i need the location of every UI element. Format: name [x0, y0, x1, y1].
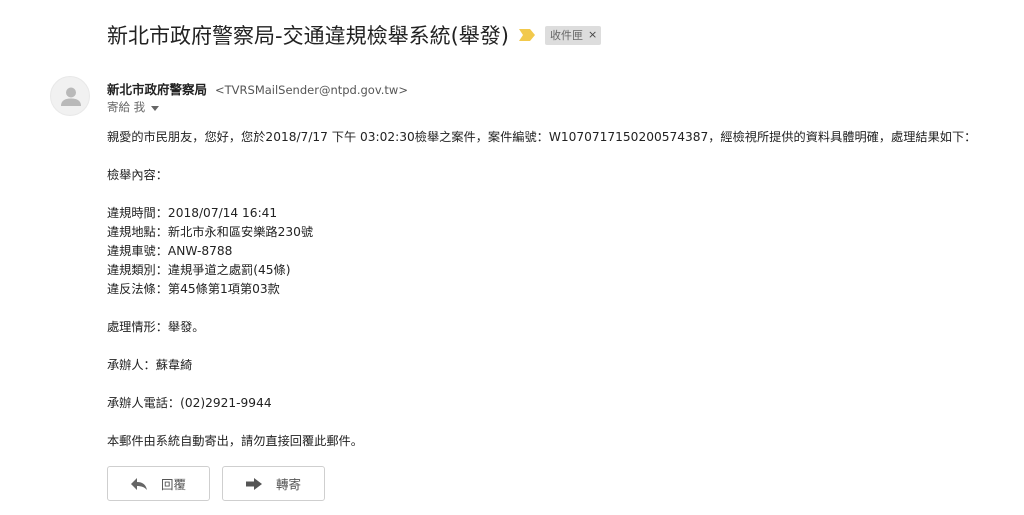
label-chip-text: 收件匣: [549, 28, 583, 42]
remove-label-icon[interactable]: ×: [588, 28, 597, 41]
body-line-greeting: 親愛的市民朋友，您好，您於2018/7/17 下午 03:02:30檢舉之案件，…: [107, 130, 977, 144]
sender-avatar: [50, 76, 90, 116]
forward-button[interactable]: 轉寄: [222, 466, 325, 501]
forward-button-label: 轉寄: [275, 477, 301, 492]
message-actions: 回覆 轉寄: [107, 466, 325, 501]
chevron-down-icon[interactable]: [151, 105, 160, 111]
body-line-plate-number: 違規車號：ANW-8788: [107, 244, 233, 258]
sender-email: <TVRSMailSender@ntpd.gov.tw>: [215, 83, 408, 97]
body-line-violation-time: 違規時間：2018/07/14 16:41: [107, 206, 278, 220]
body-line-officer-phone: 承辦人電話：(02)2921-9944: [107, 396, 272, 410]
label-chip-inbox[interactable]: 收件匣 ×: [544, 25, 602, 45]
body-line-report-heading: 檢舉內容：: [107, 168, 168, 182]
subject-row: 新北市政府警察局-交通違規檢舉系統(舉發) 收件匣 ×: [107, 20, 602, 50]
recipient-details-toggle[interactable]: 寄給 我: [107, 99, 160, 115]
body-line-footer-notice: 本郵件由系統自動寄出，請勿直接回覆此郵件。: [107, 434, 363, 448]
person-icon: [61, 87, 81, 106]
sender-name: 新北市政府警察局: [107, 82, 208, 97]
body-line-result: 處理情形：舉發。: [107, 320, 205, 334]
reply-button[interactable]: 回覆: [107, 466, 210, 501]
importance-marker-icon[interactable]: [518, 29, 535, 41]
recipient-text: 寄給 我: [107, 100, 146, 114]
email-subject: 新北市政府警察局-交通違規檢舉系統(舉發): [107, 24, 509, 48]
sender-line: 新北市政府警察局 <TVRSMailSender@ntpd.gov.tw>: [107, 79, 408, 98]
body-line-law-article: 違反法條：第45條第1項第03款: [107, 282, 280, 296]
reply-button-label: 回覆: [160, 477, 186, 492]
body-line-officer: 承辦人：蘇韋綺: [107, 358, 193, 372]
body-line-violation-type: 違規類別：違規爭道之處罰(45條): [107, 263, 291, 277]
forward-arrow-icon: [245, 477, 262, 490]
body-line-violation-location: 違規地點：新北市永和區安樂路230號: [107, 225, 314, 239]
reply-arrow-icon: [130, 477, 147, 490]
